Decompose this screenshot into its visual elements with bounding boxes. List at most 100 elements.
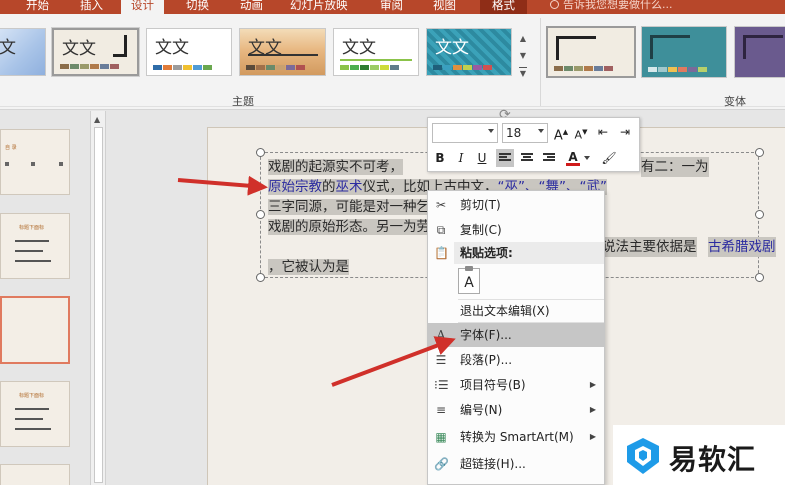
tab-design[interactable]: 设计 [121, 0, 164, 14]
thumbnail-scrollbar[interactable]: ▲ [90, 111, 106, 485]
resize-handle[interactable] [755, 210, 764, 219]
menu-item-label: 编号(N) [460, 403, 503, 417]
menu-item-numbering[interactable]: ≡ 编号(N) ▶ [428, 398, 604, 422]
variant-swatches [554, 66, 613, 71]
align-right-button[interactable] [540, 149, 558, 167]
thumb-dot [31, 162, 35, 166]
variant-thumbnail-selected[interactable] [546, 26, 636, 78]
tab-animations[interactable]: 动画 [240, 0, 263, 14]
align-left-button[interactable] [496, 149, 514, 167]
menu-item-label: 剪切(T) [460, 198, 501, 212]
slide-thumbnail-1[interactable]: 自 录 [0, 129, 70, 195]
tab-format[interactable]: 格式 [480, 0, 527, 14]
tell-me-search[interactable]: 告诉我您想要做什么... [550, 0, 673, 14]
scroll-up-icon[interactable]: ▲ [94, 115, 100, 124]
menu-item-label: 段落(P)... [460, 353, 513, 367]
theme-thumbnail[interactable]: 文文 [426, 28, 512, 76]
resize-handle[interactable] [256, 210, 265, 219]
increase-indent-icon[interactable]: ⇥ [616, 123, 634, 141]
variant-thumbnail[interactable] [641, 26, 727, 78]
theme-frame-deco [113, 35, 127, 57]
theme-gallery-scroll[interactable]: ▲ ▼ ▼ [517, 30, 529, 92]
menu-item-font[interactable]: A 字体(F)... [428, 323, 604, 347]
thumb-title: 标题下面标 [19, 393, 45, 399]
tab-review[interactable]: 审阅 [380, 0, 403, 14]
thumb-text-line [15, 418, 43, 420]
tab-transitions[interactable]: 切换 [186, 0, 209, 14]
paragraph-text: ，它被认为是 [268, 259, 349, 275]
slide-thumbnail-2[interactable]: 标题下面标 [0, 213, 70, 279]
theme-thumbnail[interactable]: 文文 [239, 28, 326, 76]
tab-insert[interactable]: 插入 [80, 0, 103, 14]
align-center-button[interactable] [518, 149, 536, 167]
font-name-dropdown[interactable] [432, 123, 498, 143]
theme-thumbnail[interactable]: 文文 [333, 28, 419, 76]
theme-thumbnail[interactable]: 文文 [146, 28, 232, 76]
menu-item-hyperlink[interactable]: 🔗 超链接(H)... [428, 452, 604, 476]
scissors-icon: ✂ [435, 198, 447, 212]
thumb-text-line [15, 250, 43, 252]
theme-swatches [433, 65, 492, 70]
tab-slideshow[interactable]: 幻灯片放映 [290, 0, 348, 14]
scroll-thumb[interactable] [94, 127, 103, 483]
theme-sample-text: 文文 [155, 38, 189, 58]
tab-view[interactable]: 视图 [433, 0, 456, 14]
theme-thumbnail-selected[interactable]: 文文 [51, 27, 140, 77]
bullets-icon: ⁝☰ [434, 378, 449, 392]
ribbon-tab-bar: 开始 插入 设计 切换 动画 幻灯片放映 审阅 视图 格式 告诉我您想要做什么.… [0, 0, 785, 14]
paragraph-link[interactable]: 原始宗教 [268, 179, 322, 195]
resize-handle[interactable] [256, 148, 265, 157]
grow-font-button[interactable]: A▲ [552, 123, 570, 143]
menu-item-copy[interactable]: ⧉ 复制(C) [428, 218, 604, 242]
menu-item-label: 复制(C) [460, 223, 502, 237]
menu-item-label: 超链接(H)... [460, 457, 526, 471]
decrease-indent-icon[interactable]: ⇤ [594, 123, 612, 141]
theme-sample-text: 文 [0, 38, 16, 58]
resize-handle[interactable] [755, 148, 764, 157]
paragraph-text: 有二：一为 [641, 157, 709, 177]
paste-icon: 📋 [434, 246, 449, 260]
submenu-arrow-icon: ▶ [589, 380, 596, 389]
thumb-title: 标题下面标 [19, 225, 45, 231]
paragraph-link[interactable]: 古希腊戏剧 [708, 237, 776, 257]
slide-thumbnail-5[interactable] [0, 464, 70, 485]
paragraph-link[interactable]: 巫术 [335, 179, 363, 195]
paragraph-text: 说法主要依据是 [602, 237, 697, 257]
theme-swatches [60, 64, 119, 69]
bold-button[interactable]: B [431, 149, 449, 167]
gallery-down-icon[interactable]: ▼ [517, 47, 529, 64]
slide-thumbnail-3-active[interactable] [0, 296, 70, 364]
shrink-font-button[interactable]: A▼ [572, 123, 590, 142]
format-painter-icon[interactable]: 🖌 [600, 149, 618, 167]
gallery-more-icon[interactable]: ▼ [519, 67, 527, 84]
resize-handle[interactable] [256, 273, 265, 282]
variant-swatches [648, 67, 707, 72]
variant-group-label: 变体 [724, 95, 746, 108]
underline-button[interactable]: U [473, 149, 491, 167]
tab-home[interactable]: 开始 [26, 0, 49, 14]
paste-keep-text-only-button[interactable]: A [458, 266, 480, 294]
menu-item-smartart[interactable]: ▦ 转换为 SmartArt(M) ▶ [428, 425, 604, 449]
dropdown-arrow-icon [538, 129, 544, 133]
slide-thumbnail-4[interactable]: 标题下面标 [0, 381, 70, 447]
submenu-arrow-icon: ▶ [589, 432, 596, 441]
group-separator [540, 18, 541, 106]
resize-handle[interactable] [755, 273, 764, 282]
font-size-dropdown[interactable]: 18 [502, 123, 548, 143]
lightbulb-icon [550, 0, 559, 9]
align-right-icon [543, 153, 555, 163]
menu-item-bullets[interactable]: ⁝☰ 项目符号(B) ▶ [428, 373, 604, 397]
theme-group-label: 主题 [232, 95, 254, 108]
dropdown-arrow-icon [488, 129, 494, 133]
font-icon: A [436, 328, 446, 342]
ribbon-design: 文 文文 文文 文文 文文 文文 ▲ ▼ ▼ 主题 变体 [0, 14, 785, 110]
menu-item-paragraph[interactable]: ☰ 段落(P)... [428, 348, 604, 372]
menu-item-exit-text-edit[interactable]: 退出文本编辑(X) [428, 299, 604, 323]
italic-button[interactable]: I [452, 149, 470, 167]
font-color-button[interactable]: A [564, 148, 582, 166]
menu-item-cut[interactable]: ✂ 剪切(T) [428, 193, 604, 217]
gallery-up-icon[interactable]: ▲ [517, 30, 529, 47]
theme-thumbnail[interactable]: 文 [0, 28, 46, 76]
variant-thumbnail[interactable] [734, 26, 785, 78]
font-color-dropdown-icon[interactable] [584, 156, 590, 160]
